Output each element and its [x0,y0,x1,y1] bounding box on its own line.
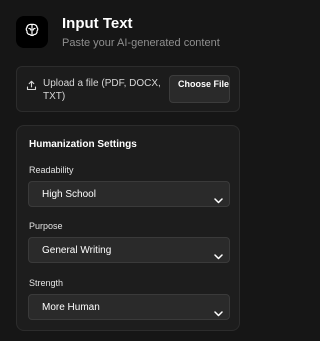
purpose-label: Purpose [29,221,63,231]
choose-file-button[interactable]: Choose File [169,75,230,103]
chevron-down-icon [214,304,223,322]
chevron-down-icon [214,247,223,265]
page-title: Input Text [62,15,133,32]
humanization-settings-panel: Humanization Settings Readability High S… [16,125,240,331]
purpose-value: General Writing [42,245,112,256]
brain-icon [24,22,40,43]
purpose-select[interactable]: General Writing [28,237,230,263]
upload-icon [26,78,37,96]
readability-label: Readability [29,165,74,175]
strength-select[interactable]: More Human [28,294,230,320]
input-header: Input Text Paste your AI-generated conte… [16,16,220,50]
readability-value: High School [42,189,96,200]
upload-label: Upload a file (PDF, DOCX, TXT) [43,78,161,102]
file-upload-area[interactable]: Upload a file (PDF, DOCX, TXT) Choose Fi… [16,66,240,112]
readability-select[interactable]: High School [28,181,230,207]
strength-label: Strength [29,278,64,288]
strength-value: More Human [42,302,100,313]
page-subtitle: Paste your AI-generated content [62,37,220,49]
chevron-down-icon [214,191,223,209]
settings-title: Humanization Settings [29,139,137,150]
app-logo [16,16,48,48]
